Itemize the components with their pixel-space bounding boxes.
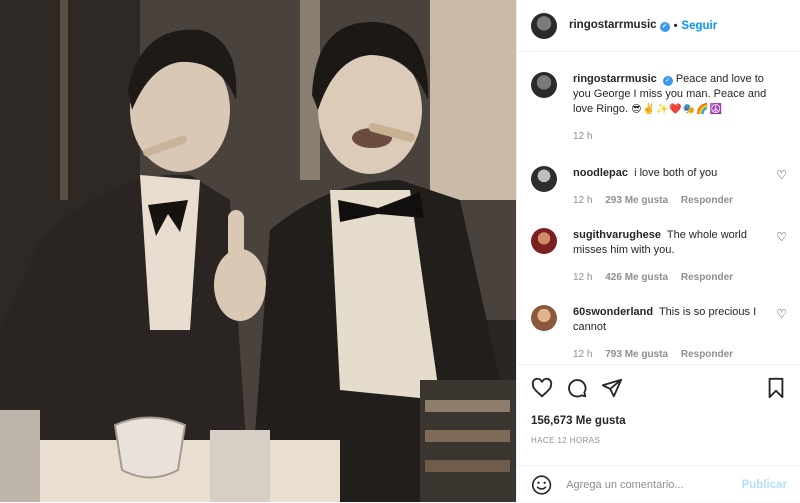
likes-count[interactable]: 156,673 Me gusta — [531, 415, 626, 427]
comment-like-heart-icon[interactable]: ♡ — [776, 230, 787, 244]
comment-likes[interactable]: 793 Me gusta — [605, 349, 668, 360]
comment-meta: 12 h 793 Me gusta Responder — [573, 347, 769, 362]
comment-input[interactable] — [564, 477, 742, 492]
comment-avatar[interactable] — [531, 228, 557, 254]
photo-image — [0, 0, 516, 502]
comments-list[interactable]: ringostarrmusic ✓ Peace and love to you G… — [517, 52, 800, 364]
paper-plane-icon[interactable] — [601, 377, 623, 399]
verified-badge-icon: ✓ — [659, 22, 670, 32]
comment-item: sugithvarughese The whole world misses h… — [531, 228, 787, 285]
caption-time[interactable]: 12 h — [573, 131, 592, 142]
comment-username[interactable]: 60swonderland — [573, 306, 653, 318]
author-avatar[interactable] — [531, 12, 557, 39]
comment-avatar[interactable] — [531, 305, 557, 331]
reply-button[interactable]: Responder — [681, 272, 733, 283]
comment-time[interactable]: 12 h — [573, 195, 592, 206]
comment-avatar[interactable] — [531, 166, 557, 192]
post-header: ringostarrmusic ✓ • Seguir — [517, 0, 800, 52]
comment-meta: 12 h 426 Me gusta Responder — [573, 270, 769, 285]
post-photo[interactable] — [0, 0, 516, 502]
caption-meta: 12 h — [573, 129, 769, 144]
bookmark-icon[interactable] — [765, 377, 787, 399]
separator-dot: • — [673, 19, 678, 32]
reply-button[interactable]: Responder — [681, 195, 733, 206]
reply-button[interactable]: Responder — [681, 349, 733, 360]
comment-item: noodlepac i love both of you 12 h 293 Me… — [531, 166, 787, 208]
publish-button[interactable]: Publicar — [742, 479, 787, 491]
comment-likes[interactable]: 293 Me gusta — [605, 195, 668, 206]
comment-likes[interactable]: 426 Me gusta — [605, 272, 668, 283]
comment-time[interactable]: 12 h — [573, 272, 592, 283]
comment-time[interactable]: 12 h — [573, 349, 592, 360]
caption-emojis: 😎✌️✨❤️🎭🌈☮️ — [631, 104, 724, 115]
post-timestamp[interactable]: HACE 12 HORAS — [531, 436, 600, 445]
add-comment-bar: Publicar — [517, 465, 800, 503]
comment-item: 60swonderland This is so precious I cann… — [531, 305, 787, 362]
author-username[interactable]: ringostarrmusic ✓ — [569, 19, 670, 32]
author-username-text[interactable]: ringostarrmusic — [569, 19, 657, 31]
comment-username[interactable]: sugithvarughese — [573, 229, 661, 241]
smiley-icon[interactable] — [531, 474, 552, 496]
caption: ringostarrmusic ✓ Peace and love to you G… — [531, 72, 787, 144]
comment-like-heart-icon[interactable]: ♡ — [776, 168, 787, 182]
caption-avatar[interactable] — [531, 72, 557, 98]
comment-meta: 12 h 293 Me gusta Responder — [573, 193, 769, 208]
post-sidebar: ringostarrmusic ✓ • Seguir ringostarrmusi… — [516, 0, 800, 502]
comment-text: i love both of you — [634, 167, 718, 179]
instagram-post: ringostarrmusic ✓ • Seguir ringostarrmusi… — [0, 0, 800, 502]
verified-badge-icon: ✓ — [662, 76, 673, 86]
comment-username[interactable]: noodlepac — [573, 167, 628, 179]
comment-like-heart-icon[interactable]: ♡ — [776, 307, 787, 321]
heart-icon[interactable] — [531, 377, 553, 399]
caption-username[interactable]: ringostarrmusic — [573, 73, 657, 85]
post-actions: 156,673 Me gusta HACE 12 HORAS Publicar — [517, 364, 800, 495]
comment-icon[interactable] — [566, 377, 588, 399]
action-bar — [517, 365, 800, 411]
follow-button[interactable]: Seguir — [681, 20, 717, 32]
